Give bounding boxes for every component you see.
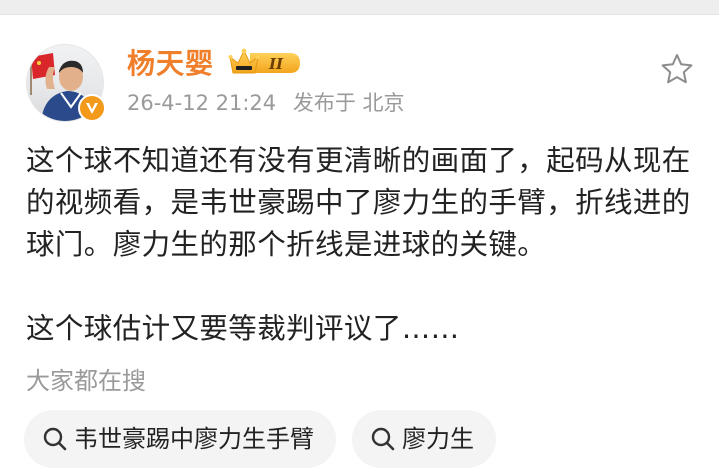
post-meta: 26-4-12 21:24 发布于 北京 <box>127 88 415 118</box>
vip-level-text: II <box>268 55 284 73</box>
search-chip[interactable]: 韦世豪踢中廖力生手臂 <box>24 410 336 468</box>
post-source: 发布于 北京 <box>292 91 405 115</box>
search-icon <box>43 427 67 451</box>
search-icon <box>371 427 395 451</box>
avatar[interactable] <box>26 44 106 122</box>
post-timestamp: 26-4-12 21:24 <box>127 91 277 115</box>
star-outline-icon[interactable] <box>660 52 694 86</box>
post-paragraph: 这个球不知道还有没有更清晰的画面了，起码从现在的视频看，是韦世豪踢中了廖力生的手… <box>26 144 691 261</box>
username[interactable]: 杨天婴 <box>127 44 214 84</box>
post-content: 这个球不知道还有没有更清晰的画面了，起码从现在的视频看，是韦世豪踢中了廖力生的手… <box>26 140 698 350</box>
vip-crown-badge-icon[interactable]: II <box>228 47 302 79</box>
trending-search-chips: 韦世豪踢中廖力生手臂 廖力生 <box>24 410 496 468</box>
verified-badge-icon <box>78 94 106 122</box>
trending-search-label: 大家都在搜 <box>26 367 146 395</box>
search-chip-label: 廖力生 <box>402 425 474 453</box>
search-chip-label: 韦世豪踢中廖力生手臂 <box>74 425 314 453</box>
top-divider-strip <box>0 0 719 15</box>
search-chip[interactable]: 廖力生 <box>352 410 496 468</box>
post-paragraph: 这个球估计又要等裁判评议了…… <box>26 312 460 345</box>
